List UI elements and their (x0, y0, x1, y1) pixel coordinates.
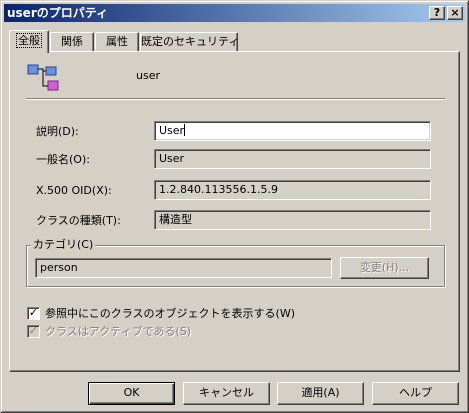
description-label: 説明(D): (36, 125, 79, 138)
category-value: person (40, 261, 78, 274)
tab-relationship[interactable]: 関係 (50, 32, 94, 52)
tab-attributes[interactable]: 属性 (95, 32, 139, 52)
tab-default-security-label: 既定のセキュリティ (141, 35, 240, 48)
general-tab-panel: user 説明(D): User 一般名(O): User X.500 OID(… (9, 51, 460, 372)
tab-general-label: 全般 (16, 33, 42, 48)
oid-field[interactable]: 1.2.840.113556.1.5.9 (154, 180, 431, 200)
class-object-icon (27, 64, 59, 91)
category-group-label: カテゴリ(C) (31, 238, 96, 252)
apply-button[interactable]: 適用(A) (277, 382, 364, 405)
change-category-button[interactable]: 変更(H)... (340, 257, 429, 279)
properties-dialog: userのプロパティ ? × 全般 関係 属性 既定のセキュリティ user 説… (0, 0, 469, 413)
tab-general[interactable]: 全般 (9, 30, 49, 53)
object-name: user (136, 69, 160, 82)
oid-label: X.500 OID(X): (36, 184, 112, 197)
ok-button[interactable]: OK (88, 382, 175, 405)
oid-value: 1.2.840.113556.1.5.9 (159, 183, 278, 196)
tab-strip: 全般 関係 属性 既定のセキュリティ (9, 30, 469, 53)
description-value: User (159, 124, 185, 137)
category-field[interactable]: person (35, 258, 332, 278)
description-input[interactable]: User (154, 121, 431, 141)
title-bar[interactable]: userのプロパティ ? × (4, 4, 465, 22)
help-button[interactable]: ヘルプ (372, 382, 459, 405)
tab-relationship-label: 関係 (61, 35, 83, 48)
class-active-checkbox[interactable]: ✓ (27, 325, 40, 338)
cancel-button[interactable]: キャンセル (183, 382, 270, 405)
show-objects-label[interactable]: 参照中にこのクラスのオブジェクトを表示する(W) (45, 307, 295, 321)
class-type-field[interactable]: 構造型 (154, 210, 431, 230)
header-separator (26, 98, 445, 100)
help-title-button[interactable]: ? (429, 6, 445, 20)
close-button[interactable]: × (447, 6, 463, 20)
class-active-label[interactable]: クラスはアクティブである(S) (45, 325, 191, 339)
common-name-value: User (159, 152, 185, 165)
class-type-value: 構造型 (159, 213, 192, 226)
text-caret (184, 124, 186, 136)
show-objects-checkbox[interactable]: ✓ (27, 307, 40, 320)
tab-default-security[interactable]: 既定のセキュリティ (140, 32, 240, 52)
common-name-field[interactable]: User (154, 149, 431, 169)
class-type-label: クラスの種類(T): (36, 214, 121, 227)
common-name-label: 一般名(O): (36, 153, 90, 166)
window-title: userのプロパティ (7, 6, 109, 20)
tab-attributes-label: 属性 (106, 35, 128, 48)
